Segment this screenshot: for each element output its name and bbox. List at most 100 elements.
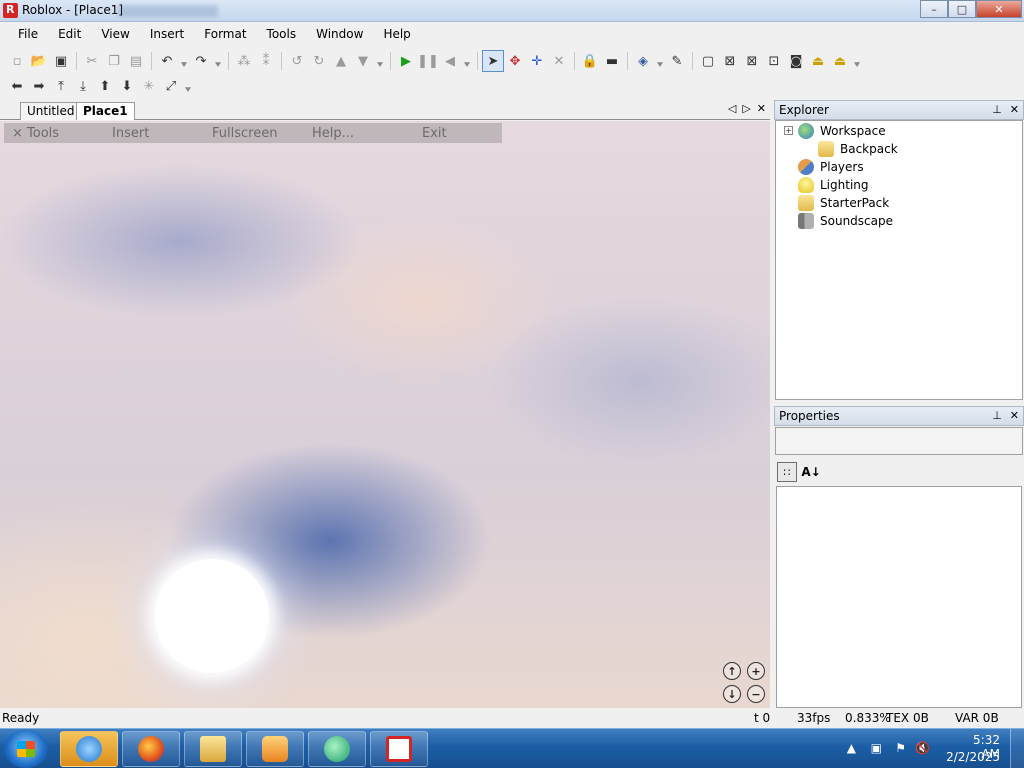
taskbar-media-icon[interactable] [246,731,304,767]
studs-surface-icon[interactable]: ⊡ [763,50,785,72]
tab-close-icon[interactable]: ✕ [757,102,766,115]
menu-insert[interactable]: Insert [140,27,194,41]
save-icon[interactable]: ▣ [50,50,72,72]
properties-pin-icon[interactable]: ⊥ [992,409,1002,422]
tray-expand-icon[interactable]: ▲ [847,741,856,755]
explorer-close-icon[interactable]: ✕ [1010,103,1019,116]
arrow-up-icon[interactable]: ⬆ [94,75,116,97]
taskbar-ie-icon[interactable] [60,731,118,767]
move-up-icon[interactable]: ▲ [330,50,352,72]
taskbar-roblox-icon[interactable] [370,731,428,767]
glue-surface-icon[interactable]: ⊠ [719,50,741,72]
rotate-icon[interactable]: ↺ [286,50,308,72]
tab-prev-icon[interactable]: ◁ [728,102,736,115]
paste-icon[interactable]: ▤ [125,50,147,72]
toolbar-overflow-icon[interactable] [185,87,191,92]
tree-item-starterpack[interactable]: StarterPack [798,194,889,212]
menu-edit[interactable]: Edit [48,27,91,41]
show-desktop-button[interactable] [1010,729,1024,768]
zoom-in-icon[interactable]: + [747,662,765,680]
pause-icon[interactable]: ❚❚ [417,50,439,72]
tab-place1[interactable]: Place1 [76,102,135,120]
lock-icon[interactable]: 🔒 [579,50,601,72]
ingame-help-button[interactable]: Help... [312,126,354,141]
tree-item-workspace[interactable]: + Workspace [784,122,886,140]
toolbar-overflow-icon[interactable] [377,62,383,67]
tree-item-lighting[interactable]: Lighting [798,176,869,194]
camera-down-icon[interactable]: ↓ [723,685,741,703]
arrow-right-icon[interactable]: ➡ [28,75,50,97]
toolbar-overflow-icon[interactable] [464,62,470,67]
paint-dropdown-icon[interactable] [657,62,663,67]
ingame-insert-button[interactable]: Insert [112,126,149,141]
hinge-surface-icon[interactable]: ⏏ [807,50,829,72]
ingame-fullscreen-button[interactable]: Fullscreen [212,126,277,141]
zoom-out-icon[interactable]: − [747,685,765,703]
categorized-icon[interactable]: ∷ [777,462,797,482]
tab-next-icon[interactable]: ▷ [742,102,750,115]
clock-date[interactable]: 2/2/2025 [946,750,1000,764]
menu-help[interactable]: Help [373,27,420,41]
copy-icon[interactable]: ❐ [103,50,125,72]
new-file-icon[interactable]: ▫ [6,50,28,72]
toolbar-overflow-icon[interactable] [854,62,860,67]
taskbar-firefox-icon[interactable] [122,731,180,767]
dropper-icon[interactable]: ✎ [666,50,688,72]
inlet-surface-icon[interactable]: ◙ [785,50,807,72]
group-icon[interactable]: ⁂ [233,50,255,72]
move-tool-icon[interactable]: ✥ [504,50,526,72]
tab-untitled[interactable]: Untitled [20,102,82,120]
weld-tool-icon[interactable]: ✕ [548,50,570,72]
menu-window[interactable]: Window [306,27,373,41]
explorer-pin-icon[interactable]: ⊥ [992,103,1002,116]
zoom-extents-icon[interactable]: ✳ [138,75,160,97]
tilt-icon[interactable]: ↻ [308,50,330,72]
game-viewport[interactable]: × Tools Insert Fullscreen Help... Exit ↑… [0,121,770,708]
minimize-button[interactable]: – [920,0,948,18]
arrow-left-icon[interactable]: ⬅ [6,75,28,97]
close-button[interactable]: ✕ [976,0,1022,18]
network-icon[interactable]: ▣ [871,741,882,755]
redo-dropdown-icon[interactable] [215,62,221,67]
resize-tool-icon[interactable]: ✛ [526,50,548,72]
expand-icon[interactable]: + [784,126,793,135]
turn-up-icon[interactable]: ⤒ [50,75,72,97]
volume-muted-icon[interactable]: 🔇 [915,741,930,755]
cut-icon[interactable]: ✂ [81,50,103,72]
anchor-icon[interactable]: ▬ [601,50,623,72]
turn-down-icon[interactable]: ⤓ [72,75,94,97]
taskbar-green-app-icon[interactable] [308,731,366,767]
start-button[interactable] [4,730,48,768]
menu-view[interactable]: View [91,27,139,41]
move-down-icon[interactable]: ▼ [352,50,374,72]
undo-icon[interactable]: ↶ [156,50,178,72]
menu-file[interactable]: File [8,27,48,41]
properties-grid[interactable] [776,486,1022,708]
maximize-button[interactable]: □ [948,0,976,18]
menu-format[interactable]: Format [194,27,256,41]
tree-item-backpack[interactable]: Backpack [818,140,898,158]
properties-object-field[interactable] [775,427,1023,455]
select-arrow-icon[interactable]: ➤ [482,50,504,72]
tree-item-soundscape[interactable]: Soundscape [798,212,893,230]
ungroup-icon[interactable]: ⁑ [255,50,277,72]
properties-close-icon[interactable]: ✕ [1010,409,1019,422]
smooth-surface-icon[interactable]: ▢ [697,50,719,72]
open-folder-icon[interactable]: 📂 [28,50,50,72]
action-center-flag-icon[interactable]: ⚑ [895,741,906,755]
motor-surface-icon[interactable]: ⏏ [829,50,851,72]
play-icon[interactable]: ▶ [395,50,417,72]
redo-icon[interactable]: ↷ [190,50,212,72]
paint-bucket-icon[interactable]: ◈ [632,50,654,72]
fit-view-icon[interactable]: ⤢ [160,75,182,97]
arrow-down-icon[interactable]: ⬇ [116,75,138,97]
camera-up-icon[interactable]: ↑ [723,662,741,680]
ingame-tools-button[interactable]: × Tools [12,126,59,141]
weld-surface-icon[interactable]: ⊠ [741,50,763,72]
menu-tools[interactable]: Tools [257,27,307,41]
reset-icon[interactable]: ◀ [439,50,461,72]
undo-dropdown-icon[interactable] [181,62,187,67]
taskbar-explorer-icon[interactable] [184,731,242,767]
tree-item-players[interactable]: Players [798,158,864,176]
alphabetical-icon[interactable]: A↓ [801,462,821,482]
